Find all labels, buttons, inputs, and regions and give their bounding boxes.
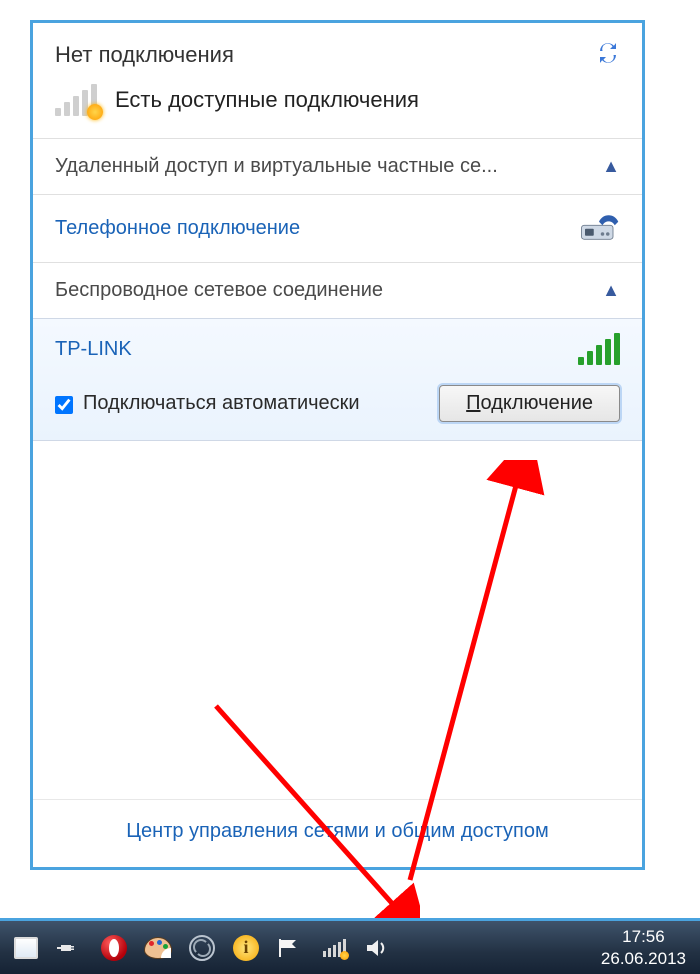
system-tray: i xyxy=(12,934,392,962)
vpn-section-label: Удаленный доступ и виртуальные частные с… xyxy=(55,155,498,178)
tray-app-icon[interactable] xyxy=(12,934,40,962)
flyout-footer: Центр управления сетями и общим доступом xyxy=(33,799,642,867)
wireless-section-label: Беспроводное сетевое соединение xyxy=(55,279,383,302)
wifi-item-header: TP-LINK xyxy=(33,319,642,375)
auto-connect-checkbox[interactable] xyxy=(55,396,73,414)
flyout-spacer xyxy=(33,441,642,799)
action-center-flag-icon[interactable] xyxy=(276,934,304,962)
auto-connect-text: Подключаться автоматически xyxy=(83,392,360,415)
wireless-section-header[interactable]: Беспроводное сетевое соединение ▲ xyxy=(33,262,642,318)
wifi-ssid: TP-LINK xyxy=(55,338,132,361)
power-plug-icon[interactable] xyxy=(56,934,84,962)
clock-time: 17:56 xyxy=(601,926,686,947)
wifi-item-body: Подключаться автоматически Подключение xyxy=(33,375,642,440)
opera-icon[interactable] xyxy=(100,934,128,962)
clock-date: 26.06.2013 xyxy=(601,948,686,969)
refresh-icon[interactable] xyxy=(596,41,620,68)
sync-icon[interactable] xyxy=(188,934,216,962)
network-flyout: Нет подключения Есть доступные подключен… xyxy=(30,20,645,870)
signal-alert-icon xyxy=(55,84,97,116)
available-connections-row: Есть доступные подключения xyxy=(33,78,642,138)
dialup-row[interactable]: Телефонное подключение xyxy=(33,194,642,262)
volume-icon[interactable] xyxy=(364,934,392,962)
connect-button[interactable]: Подключение xyxy=(439,385,620,422)
dialup-link[interactable]: Телефонное подключение xyxy=(55,217,300,240)
auto-connect-label[interactable]: Подключаться автоматически xyxy=(55,392,360,415)
connection-status-title: Нет подключения xyxy=(55,42,234,68)
vpn-section-header[interactable]: Удаленный доступ и виртуальные частные с… xyxy=(33,138,642,194)
network-center-link[interactable]: Центр управления сетями и общим доступом xyxy=(126,820,549,842)
wifi-network-item[interactable]: TP-LINK Подключаться автоматически Подкл… xyxy=(33,318,642,441)
network-tray-icon[interactable] xyxy=(320,934,348,962)
phone-modem-icon xyxy=(578,209,620,248)
taskbar: i 17:56 26.06.2013 xyxy=(0,918,700,974)
available-connections-text: Есть доступные подключения xyxy=(115,87,419,113)
taskbar-clock[interactable]: 17:56 26.06.2013 xyxy=(601,926,692,969)
paint-palette-icon[interactable] xyxy=(144,934,172,962)
chevron-up-icon: ▲ xyxy=(602,280,620,301)
chevron-up-icon: ▲ xyxy=(602,156,620,177)
signal-strength-icon xyxy=(578,333,620,365)
info-badge-icon[interactable]: i xyxy=(232,934,260,962)
flyout-header: Нет подключения xyxy=(33,23,642,78)
